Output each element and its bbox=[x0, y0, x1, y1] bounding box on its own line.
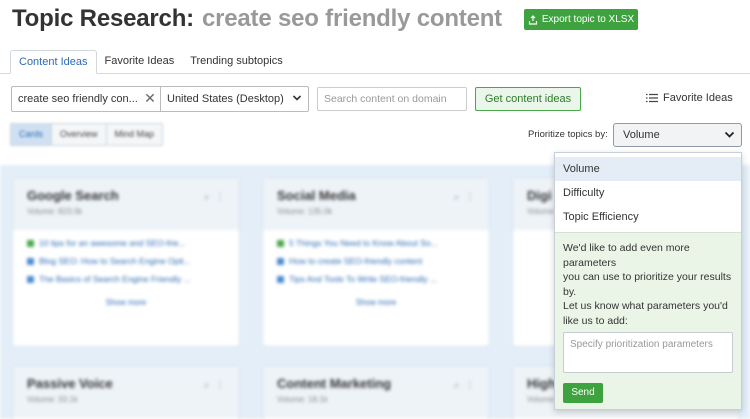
option-topic-efficiency[interactable]: Topic Efficiency bbox=[555, 205, 741, 229]
feedback-panel: We'd like to add even more parameters yo… bbox=[555, 232, 741, 409]
list-icon bbox=[646, 93, 658, 103]
card-volume: Volume: 18.1k bbox=[277, 395, 328, 404]
card-headline[interactable]: How to create SEO-friendly content bbox=[277, 256, 475, 266]
headline-text: 10 tips for an awesome and SEO-frie... bbox=[39, 238, 186, 248]
chevron-down-icon bbox=[292, 95, 302, 101]
option-volume[interactable]: Volume bbox=[555, 157, 741, 181]
card-actions[interactable]: ⌕ ⋮ bbox=[454, 192, 475, 203]
card-title: Social Media bbox=[277, 188, 356, 203]
show-more-link[interactable]: Show more bbox=[263, 298, 489, 307]
topic-card[interactable]: Passive Voice Volume: 33.1k ⌕ ⋮ bbox=[12, 365, 240, 419]
tab-trending-subtopics[interactable]: Trending subtopics bbox=[182, 50, 291, 74]
headline-text: 5 Things You Need to Know About So... bbox=[289, 238, 438, 248]
view-mind-map-button[interactable]: Mind Map bbox=[106, 123, 164, 146]
card-volume: Volume: 823.0k bbox=[27, 207, 83, 216]
domain-search-input[interactable]: Search content on domain bbox=[317, 87, 467, 111]
card-header: Passive Voice Volume: 33.1k bbox=[13, 366, 239, 418]
card-headline[interactable]: Tips And Tools To Write SEO-friendly ... bbox=[277, 274, 475, 284]
prioritize-dropdown: Volume Difficulty Topic Efficiency We'd … bbox=[554, 152, 742, 410]
card-headline[interactable]: 10 tips for an awesome and SEO-frie... bbox=[27, 238, 225, 248]
prioritization-textarea[interactable]: Specify prioritization parameters bbox=[563, 332, 733, 373]
doc-icon bbox=[27, 275, 34, 283]
chevron-down-icon bbox=[724, 131, 735, 138]
option-difficulty[interactable]: Difficulty bbox=[555, 181, 741, 205]
headline-text: Blog SEO: How to Search Engine Opti... bbox=[39, 256, 191, 266]
clear-icon[interactable]: ✕ bbox=[143, 91, 157, 105]
topic-query-input[interactable]: create seo friendly con... bbox=[11, 86, 161, 112]
card-actions[interactable]: ⌕ ⋮ bbox=[454, 380, 475, 391]
card-header: Google Search Volume: 823.0k bbox=[13, 178, 239, 230]
title-query: create seo friendly content bbox=[201, 5, 502, 32]
doc-icon bbox=[277, 275, 284, 283]
export-icon bbox=[528, 14, 537, 25]
card-header: Content Marketing Volume: 18.1k bbox=[263, 366, 489, 418]
topic-card[interactable]: Content Marketing Volume: 18.1k ⌕ ⋮ bbox=[262, 365, 490, 419]
title-label: Topic Research: bbox=[12, 5, 194, 32]
card-title: Passive Voice bbox=[27, 376, 113, 391]
card-volume: Volume: 135.0k bbox=[277, 207, 333, 216]
card-volume: Volume: 33.1k bbox=[27, 395, 78, 404]
export-xlsx-button[interactable]: Export topic to XLSX bbox=[524, 9, 638, 30]
doc-icon bbox=[27, 257, 34, 265]
card-title: Google Search bbox=[27, 188, 119, 203]
headline-text: The Basics of Search Engine Friendly ... bbox=[39, 274, 191, 284]
card-headline[interactable]: Blog SEO: How to Search Engine Opti... bbox=[27, 256, 225, 266]
doc-icon bbox=[277, 257, 284, 265]
favorite-ideas-label: Favorite Ideas bbox=[663, 92, 733, 104]
prioritize-select[interactable]: Volume bbox=[613, 123, 742, 147]
headline-text: How to create SEO-friendly content bbox=[289, 256, 423, 266]
trend-icon bbox=[277, 239, 284, 247]
page-title: Topic Research: create seo friendly cont… bbox=[12, 4, 502, 34]
topic-card[interactable]: Social Media Volume: 135.0k ⌕ ⋮ 5 Things… bbox=[262, 177, 490, 347]
region-select[interactable]: United States (Desktop) bbox=[161, 86, 309, 112]
prioritize-label: Prioritize topics by: bbox=[528, 129, 608, 140]
view-cards-button[interactable]: Cards bbox=[10, 123, 53, 146]
card-headline[interactable]: 5 Things You Need to Know About So... bbox=[277, 238, 475, 248]
card-header: Social Media Volume: 135.0k bbox=[263, 178, 489, 230]
tab-bar: Content Ideas Favorite Ideas Trending su… bbox=[10, 50, 291, 74]
card-headline[interactable]: The Basics of Search Engine Friendly ... bbox=[27, 274, 225, 284]
favorite-ideas-link[interactable]: Favorite Ideas bbox=[646, 92, 733, 104]
tab-favorite-ideas[interactable]: Favorite Ideas bbox=[97, 50, 183, 74]
card-title: Content Marketing bbox=[277, 376, 392, 391]
get-content-ideas-button[interactable]: Get content ideas bbox=[475, 87, 581, 111]
export-label: Export topic to XLSX bbox=[541, 14, 635, 25]
send-button[interactable]: Send bbox=[563, 383, 603, 403]
view-toggle-group: Cards Overview Mind Map bbox=[10, 123, 164, 146]
show-more-link[interactable]: Show more bbox=[13, 298, 239, 307]
topic-card[interactable]: Google Search Volume: 823.0k ⌕ ⋮ 10 tips… bbox=[12, 177, 240, 347]
headline-text: Tips And Tools To Write SEO-friendly ... bbox=[289, 274, 438, 284]
trend-icon bbox=[27, 239, 34, 247]
view-overview-button[interactable]: Overview bbox=[52, 123, 107, 146]
card-actions[interactable]: ⌕ ⋮ bbox=[204, 192, 225, 203]
tab-content-ideas[interactable]: Content Ideas bbox=[10, 50, 97, 74]
card-actions[interactable]: ⌕ ⋮ bbox=[204, 380, 225, 391]
feedback-text: We'd like to add even more parameters yo… bbox=[563, 242, 732, 327]
